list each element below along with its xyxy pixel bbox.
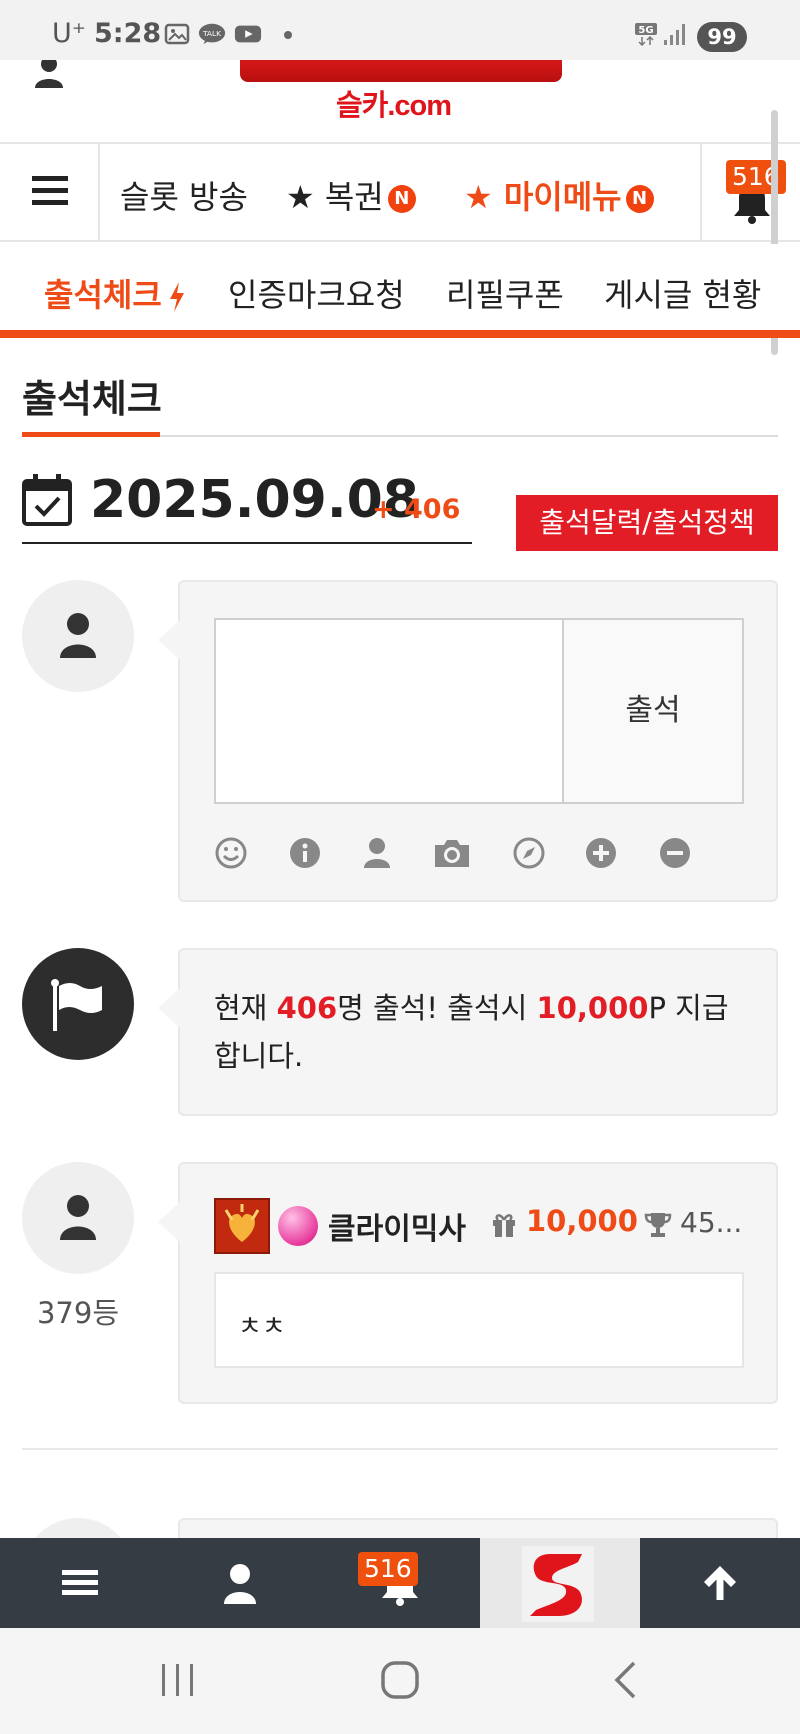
attendance-notice-card: 현재 406명 출석! 출석시 10,000P 지급합니다. — [158, 948, 778, 1116]
plus-circle-icon[interactable] — [584, 836, 618, 870]
gem-icon — [278, 1206, 318, 1246]
attendance-date: 2025.09.08 — [90, 470, 419, 530]
site-header: 슬카.com — [0, 60, 800, 142]
user-icon — [224, 1564, 256, 1604]
attendance-notice: 현재 406명 출석! 출석시 10,000P 지급합니다. — [214, 984, 754, 1080]
camera-icon[interactable] — [432, 836, 472, 870]
tab-certification-request[interactable]: 인증마크요청 — [228, 270, 405, 316]
carrier-label: U⁺ — [52, 18, 87, 49]
bottom-profile-button[interactable] — [160, 1538, 320, 1628]
hamburger-icon — [62, 1570, 98, 1595]
site-logo-icon — [522, 1546, 594, 1622]
lightning-icon — [169, 282, 184, 312]
compass-icon[interactable] — [512, 836, 546, 870]
sub-nav: 출석체크 인증마크요청 리필쿠폰 게시글 현황 — [0, 244, 800, 338]
trophy-icon — [644, 1213, 672, 1237]
youtube-icon — [234, 25, 262, 43]
date-row: 2025.09.08 + 406 — [22, 470, 472, 544]
attendance-comment: ㅊㅊ — [214, 1272, 744, 1368]
home-icon[interactable] — [380, 1660, 420, 1700]
reward-points: 10,000 — [536, 991, 649, 1025]
attendance-delta: + 406 — [372, 494, 461, 525]
notice-avatar — [22, 948, 134, 1060]
notification-count-badge: 516 — [358, 1552, 418, 1586]
new-badge: N — [625, 185, 654, 213]
calendar-check-icon — [22, 474, 72, 526]
nav-lottery[interactable]: ★ 복권 N — [286, 172, 416, 218]
bottom-bar: 516 — [0, 1538, 800, 1628]
attendance-message-input[interactable] — [214, 618, 564, 804]
site-logo[interactable] — [240, 60, 562, 82]
bottom-menu-button[interactable] — [0, 1538, 160, 1628]
attendance-entry-card: 출석 — [158, 580, 778, 902]
notification-dot — [284, 31, 292, 39]
bottom-notifications-button[interactable]: 516 — [320, 1538, 480, 1628]
tab-post-status[interactable]: 게시글 현황 — [604, 270, 761, 316]
nav-slot-broadcast[interactable]: 슬롯 방송 — [120, 172, 248, 218]
rank-points: 45... — [680, 1206, 743, 1239]
gallery-icon — [164, 23, 190, 45]
svg-text:5G: 5G — [638, 25, 653, 36]
tab-attendance[interactable]: 출석체크 — [44, 270, 186, 316]
clock: 5:28 — [94, 18, 162, 49]
status-bar: U⁺ 5:28 TALK 5G 99 — [0, 0, 800, 60]
scroll-top-button[interactable] — [640, 1538, 800, 1628]
menu-button[interactable] — [0, 144, 100, 240]
recent-apps-icon[interactable] — [160, 1662, 196, 1698]
user-icon — [60, 613, 96, 658]
gift-icon — [493, 1214, 515, 1237]
notice-prefix: 현재 — [214, 991, 277, 1025]
nav-my-menu[interactable]: ★ 마이메뉴 N — [464, 172, 654, 218]
page-title: 출석체크 — [22, 377, 162, 421]
new-badge: N — [387, 185, 416, 213]
flag-icon — [51, 979, 102, 1031]
nav-lottery-label: ★ 복권 — [286, 178, 384, 216]
arrow-up-icon — [704, 1566, 736, 1600]
nav-my-menu-label: ★ 마이메뉴 — [464, 178, 622, 216]
signal-icon — [664, 24, 685, 45]
attendance-policy-button[interactable]: 출석달력/출석정책 — [516, 495, 778, 551]
tab-attendance-label: 출석체크 — [44, 276, 162, 314]
list-divider — [22, 1448, 778, 1450]
user-points: 10,000 — [526, 1204, 638, 1238]
user-icon[interactable] — [360, 836, 394, 870]
5g-icon: 5G — [635, 23, 657, 46]
hamburger-icon — [32, 176, 68, 205]
talk-icon: TALK — [198, 23, 226, 45]
info-icon[interactable] — [288, 836, 322, 870]
avatar[interactable] — [22, 1162, 134, 1274]
avatar — [22, 580, 134, 692]
notifications-button[interactable]: 516 — [700, 144, 800, 240]
title-accent — [22, 432, 160, 437]
top-nav: 슬롯 방송 ★ 복권 N ★ 마이메뉴 N 516 — [0, 142, 800, 242]
checkin-button[interactable]: 출석 — [564, 618, 744, 804]
user-icon — [60, 1195, 96, 1240]
username[interactable]: 클라이믹사 — [328, 1204, 466, 1248]
attendance-rank: 379등 — [36, 1296, 120, 1330]
user-icon[interactable] — [30, 60, 68, 88]
site-logo-domain[interactable]: 슬카.com — [336, 82, 452, 124]
system-nav-bar — [0, 1628, 800, 1734]
smile-icon[interactable] — [214, 836, 248, 870]
svg-text:TALK: TALK — [202, 29, 222, 38]
attendance-count: 406 — [276, 991, 338, 1025]
tab-refill-coupon[interactable]: 리필쿠폰 — [446, 270, 564, 316]
back-icon[interactable] — [612, 1660, 640, 1700]
notice-middle: 명 출석! 출석시 — [337, 991, 537, 1025]
level-badge-icon — [214, 1198, 270, 1254]
battery-indicator: 99 — [697, 22, 747, 52]
bottom-home-button[interactable] — [480, 1538, 640, 1628]
minus-circle-icon[interactable] — [658, 836, 692, 870]
attendance-post-card: 클라이믹사 10,000 45... ㅊㅊ — [158, 1162, 778, 1404]
comment-text: ㅊㅊ — [238, 1312, 286, 1342]
